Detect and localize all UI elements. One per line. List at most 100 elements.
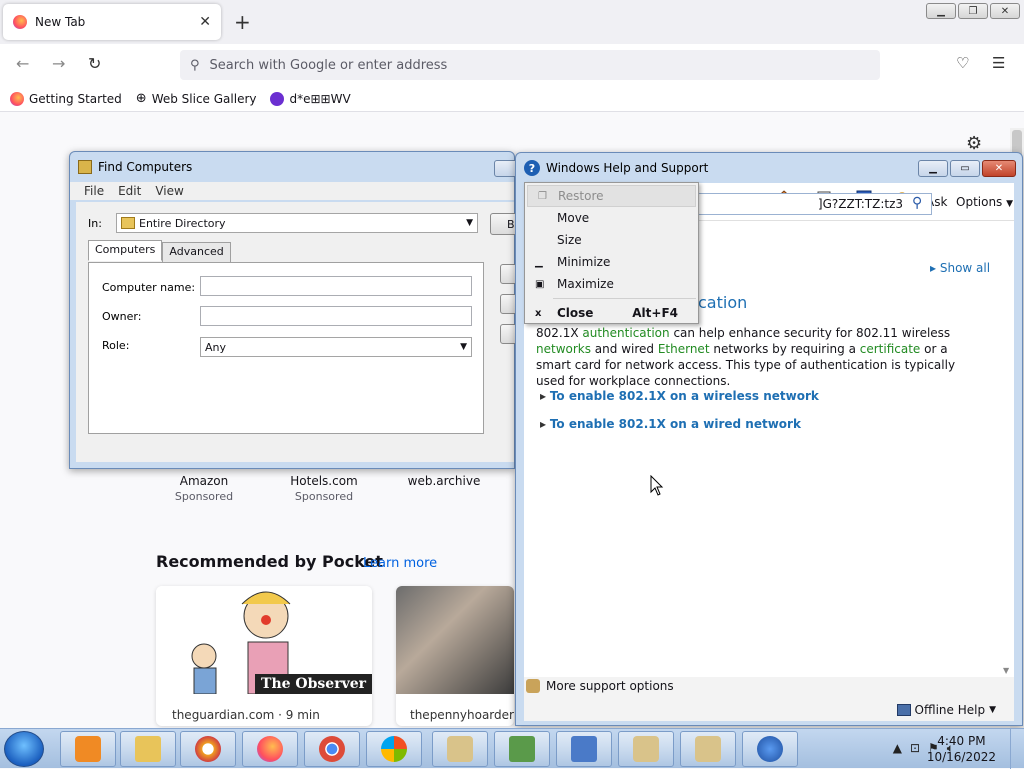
taskbar-windows-app[interactable]	[366, 731, 422, 767]
find-computers-title: Find Computers	[98, 160, 193, 174]
menu-item-move[interactable]: Move	[525, 207, 698, 229]
pocket-learn-more-link[interactable]: Learn more	[363, 556, 437, 571]
start-button[interactable]	[4, 731, 44, 767]
restore-icon: ❐	[538, 190, 547, 202]
article-text: can help enhance security for 802.11 wir…	[669, 326, 951, 340]
pocket-card-pennyhoarder[interactable]: thepennyhoarder.	[396, 586, 514, 726]
pocket-icon[interactable]: ♡	[956, 54, 969, 72]
bookmarks-toolbar: Getting Started ⊕ Web Slice Gallery d*e⊞…	[0, 86, 1024, 112]
link-enable-wired[interactable]: To enable 802.1X on a wired network	[540, 417, 801, 431]
tray-expand-icon[interactable]: ▲	[893, 741, 902, 756]
owner-label: Owner:	[102, 310, 142, 323]
menu-item-maximize[interactable]: ▣ Maximize	[525, 273, 698, 295]
computer-name-label: Computer name:	[102, 281, 196, 294]
menu-item-restore[interactable]: ❐ Restore	[527, 185, 696, 207]
network-tray-icon[interactable]: ⊡	[910, 741, 920, 756]
article-text: networks by requiring a	[709, 342, 860, 356]
new-tab-plus-icon[interactable]: +	[234, 10, 251, 34]
clown-illustration: The Observer	[156, 586, 372, 695]
in-directory-dropdown[interactable]: Entire Directory ▼	[116, 213, 478, 233]
taskbar-find-1[interactable]	[432, 731, 488, 767]
maximize-button[interactable]: ▭	[950, 160, 980, 177]
menu-hamburger-icon[interactable]: ☰	[992, 54, 1005, 72]
menu-item-minimize[interactable]: ▁ Minimize	[525, 251, 698, 273]
glossary-term-link[interactable]: Ethernet	[658, 342, 710, 356]
find-computers-titlebar[interactable]: Find Computers	[70, 152, 516, 182]
address-bar[interactable]: ⚲ Search with Google or enter address	[180, 50, 880, 80]
taskbar-chrome[interactable]	[304, 731, 360, 767]
tab-computers[interactable]: Computers	[88, 240, 163, 261]
restore-window-button[interactable]: ❐	[958, 3, 988, 19]
globe-icon: ⊕	[135, 91, 147, 106]
taskbar-app-shield[interactable]	[180, 731, 236, 767]
minimize-button[interactable]: ▁	[918, 160, 948, 177]
top-site-amazon[interactable]: Amazon Sponsored	[154, 474, 254, 503]
tab-title: New Tab	[35, 15, 86, 29]
computer-name-input[interactable]	[200, 276, 472, 296]
tab-new-tab[interactable]: New Tab ✕	[3, 4, 221, 40]
glossary-term-link[interactable]: certificate	[860, 342, 921, 356]
close-button[interactable]: ✕	[982, 160, 1016, 177]
magnifier-icon	[695, 736, 721, 762]
taskbar-find-3[interactable]	[680, 731, 736, 767]
glossary-term-link[interactable]: authentication	[582, 326, 669, 340]
find-computers-body: In: Entire Directory ▼ B Computers Advan…	[76, 202, 520, 462]
show-desktop-button[interactable]	[1010, 729, 1024, 769]
find-computers-window: Find Computers File Edit View In: Entire…	[69, 151, 520, 469]
chevron-down-icon: ▼	[989, 705, 996, 715]
taskbar-window[interactable]	[556, 731, 612, 767]
menu-view[interactable]: View	[155, 184, 183, 198]
taskbar-help[interactable]	[742, 731, 798, 767]
pocket-card-guardian[interactable]: The Observer theguardian.com · 9 min	[156, 586, 372, 726]
content-scrollbar[interactable]: ▼	[1000, 221, 1014, 677]
more-support-options[interactable]: More support options	[526, 679, 674, 693]
close-window-button[interactable]: ✕	[990, 3, 1020, 19]
scroll-down-arrow-icon[interactable]: ▼	[1003, 666, 1009, 675]
forward-arrow-icon[interactable]: →	[52, 54, 65, 73]
taskbar-find-2[interactable]	[618, 731, 674, 767]
article-heading: cation	[698, 293, 748, 312]
windows-logo-icon	[381, 736, 407, 762]
taskbar-media-player[interactable]	[60, 731, 116, 767]
taskbar-explorer[interactable]	[120, 731, 176, 767]
menu-item-close[interactable]: x Close Alt+F4	[525, 302, 698, 324]
folder-icon	[121, 217, 135, 229]
menu-file[interactable]: File	[84, 184, 104, 198]
find-tabs: Computers Advanced	[88, 240, 231, 263]
minimize-window-button[interactable]: ▁	[926, 3, 956, 19]
close-tab-icon[interactable]: ✕	[199, 14, 211, 30]
taskbar-clock[interactable]: 4:40 PM 10/16/2022	[927, 733, 996, 765]
minimize-button[interactable]	[494, 160, 516, 177]
menu-separator	[553, 298, 696, 299]
link-enable-wireless[interactable]: To enable 802.1X on a wireless network	[540, 389, 819, 403]
taskbar-network[interactable]	[494, 731, 550, 767]
chevron-down-icon: ▼	[466, 218, 473, 228]
options-button[interactable]: Options ▼	[956, 195, 1013, 209]
tab-advanced[interactable]: Advanced	[162, 242, 231, 263]
offline-help-button[interactable]: Offline Help ▼	[896, 703, 996, 717]
article-text: and wired	[590, 342, 658, 356]
gear-icon[interactable]: ⚙	[966, 133, 982, 154]
windows-taskbar: ▲ ⊡ ⚑ 🔈︎ 4:40 PM 10/16/2022	[0, 728, 1024, 769]
glossary-term-link[interactable]: networks	[536, 342, 591, 356]
menu-edit[interactable]: Edit	[118, 184, 141, 198]
show-all-link[interactable]: ▸ Show all	[930, 261, 990, 275]
magnifier-icon	[633, 736, 659, 762]
minimize-icon: ▁	[535, 256, 543, 268]
bookmark-web-slice-gallery[interactable]: ⊕ Web Slice Gallery	[136, 91, 257, 106]
role-dropdown[interactable]: Any ▼	[200, 337, 472, 357]
taskbar-firefox[interactable]	[242, 731, 298, 767]
top-site-hotels[interactable]: Hotels.com Sponsored	[274, 474, 374, 503]
back-arrow-icon[interactable]: ←	[16, 54, 29, 73]
reload-icon[interactable]: ↻	[88, 54, 101, 73]
search-icon[interactable]: ⚲	[912, 195, 922, 211]
clock-date: 10/16/2022	[926, 750, 996, 764]
menu-item-size[interactable]: Size	[525, 229, 698, 251]
bookmark-getting-started[interactable]: Getting Started	[10, 91, 122, 106]
firefox-icon	[13, 15, 27, 29]
maximize-icon: ▣	[535, 278, 545, 290]
owner-input[interactable]	[200, 306, 472, 326]
help-search-input[interactable]: ]G?ZZT:TZ:tz3	[694, 193, 932, 215]
top-site-web-archive[interactable]: web.archive	[394, 474, 494, 488]
bookmark-custom[interactable]: d*e⊞⊞WV	[270, 91, 351, 106]
